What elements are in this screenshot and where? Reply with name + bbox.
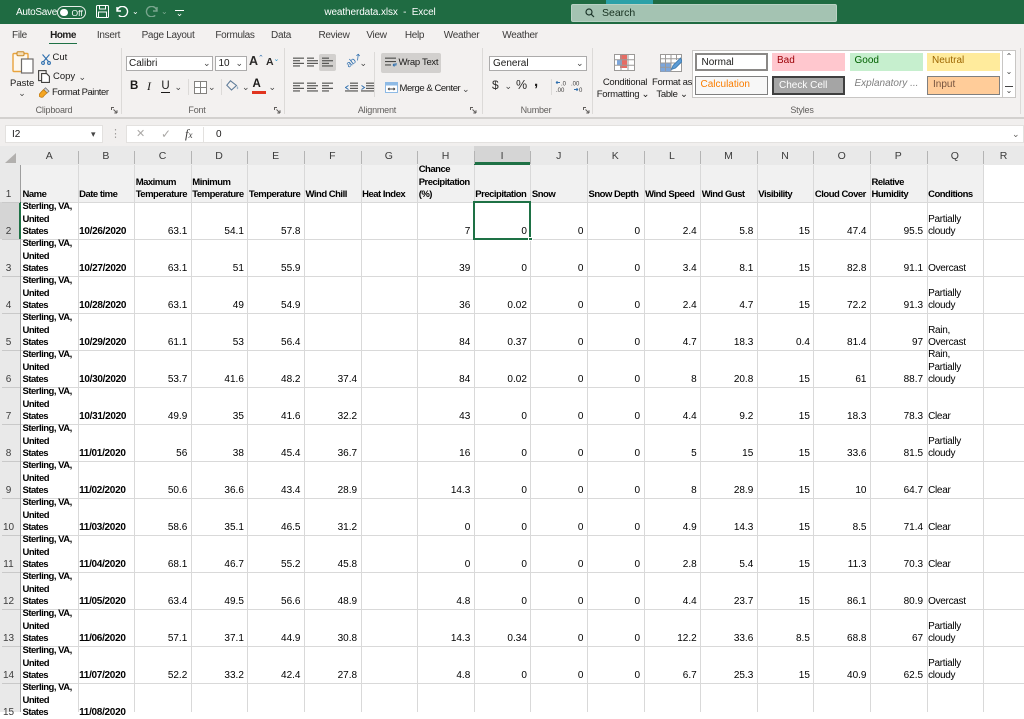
svg-text:0: 0 — [579, 88, 583, 93]
svg-text:.00: .00 — [571, 82, 580, 88]
svg-text:.0: .0 — [561, 82, 567, 88]
svg-text:.00: .00 — [556, 88, 565, 93]
